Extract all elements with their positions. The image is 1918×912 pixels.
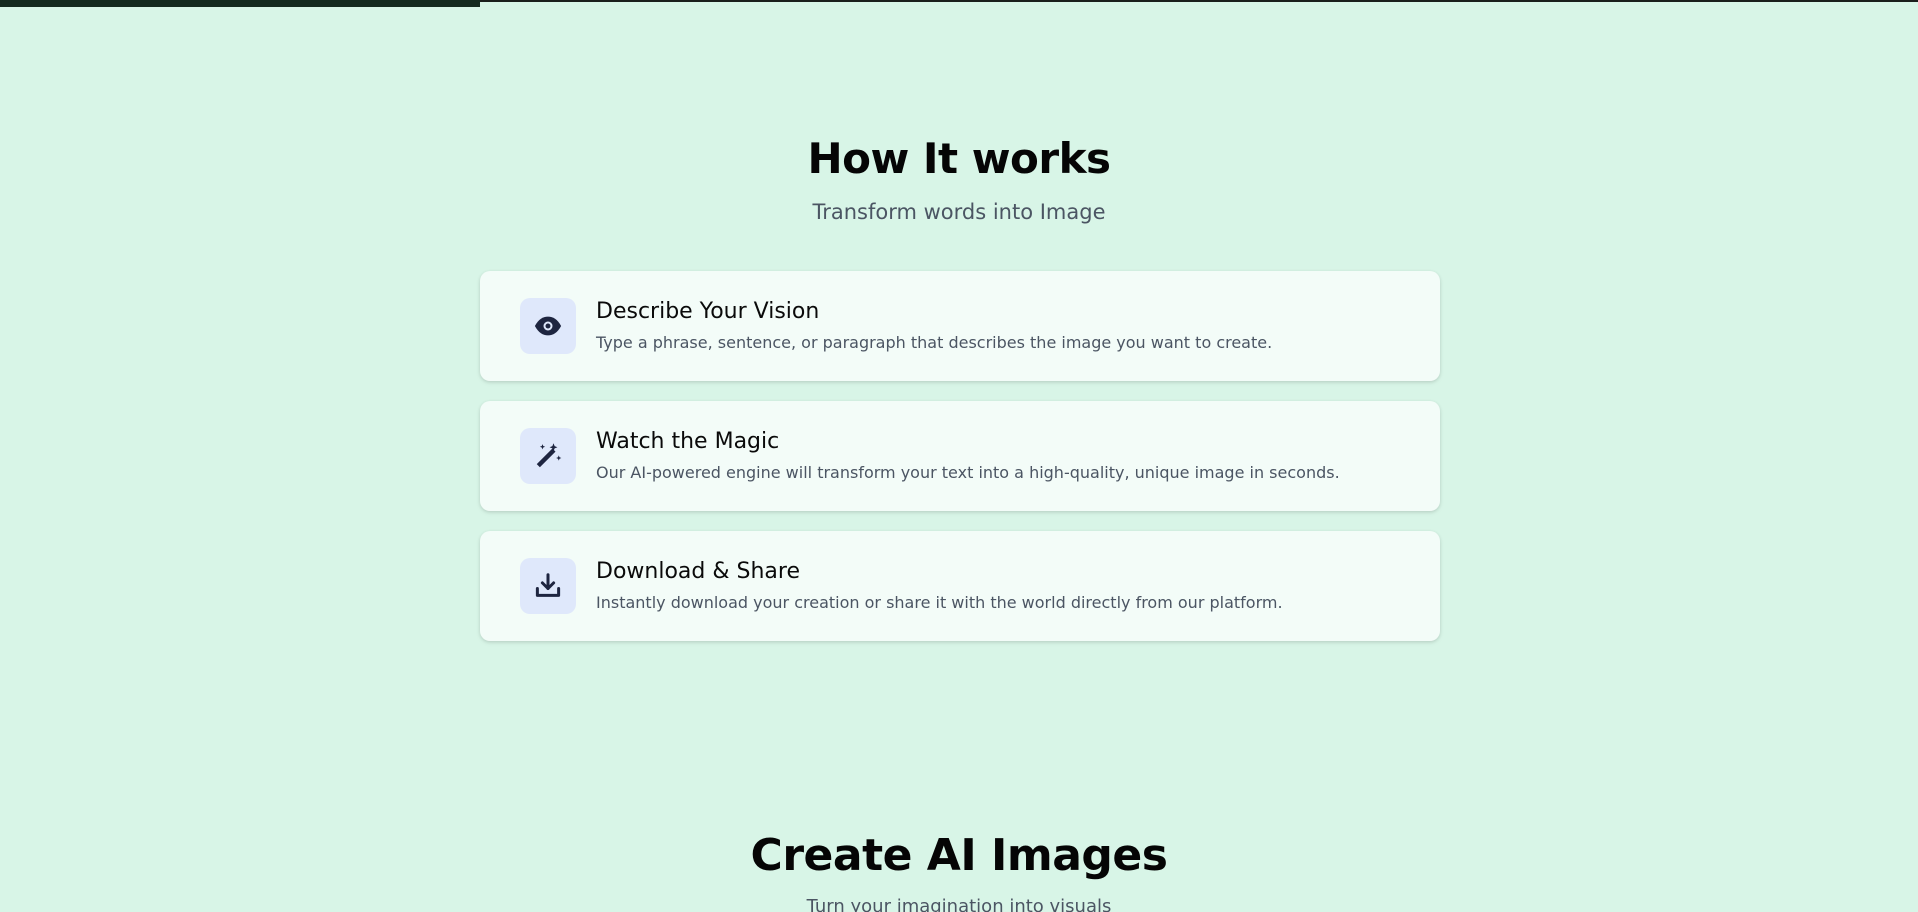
download-icon: [520, 558, 576, 614]
magic-wand-icon: [520, 428, 576, 484]
step-title: Describe Your Vision: [596, 299, 820, 324]
step-title: Watch the Magic: [596, 429, 780, 454]
section-subtitle: Turn your imagination into visuals: [806, 896, 1112, 912]
section-title: Create AI Images: [750, 830, 1168, 881]
step-description: Type a phrase, sentence, or paragraph th…: [596, 333, 1273, 352]
page-progress-bar: [0, 0, 480, 7]
section-title: How It works: [807, 134, 1111, 183]
step-title: Download & Share: [596, 559, 800, 584]
step-description: Instantly download your creation or shar…: [596, 593, 1283, 612]
section-subtitle: Transform words into Image: [812, 200, 1106, 224]
step-description: Our AI-powered engine will transform you…: [596, 463, 1340, 482]
step-card-describe: Describe Your Vision Type a phrase, sent…: [480, 271, 1440, 381]
eye-icon: [520, 298, 576, 354]
step-card-magic: Watch the Magic Our AI-powered engine wi…: [480, 401, 1440, 511]
steps-list: Describe Your Vision Type a phrase, sent…: [480, 271, 1440, 641]
step-card-download: Download & Share Instantly download your…: [480, 531, 1440, 641]
